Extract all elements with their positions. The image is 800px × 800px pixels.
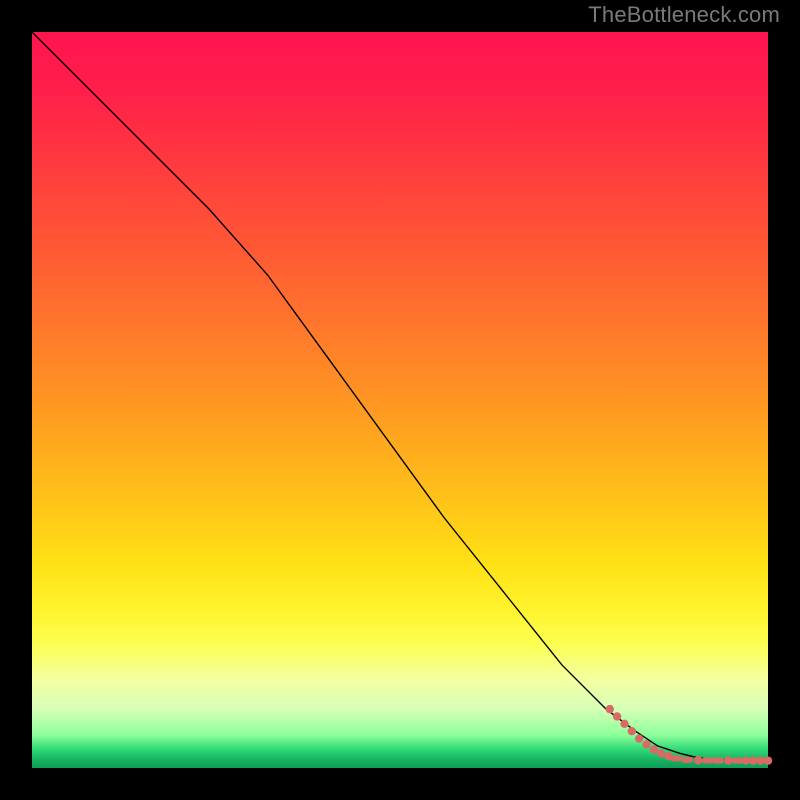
marker-dash [712, 757, 724, 763]
marker-dot [657, 749, 665, 757]
marker-dot [749, 756, 757, 764]
marker-dot [620, 720, 628, 728]
marker-dot [628, 727, 636, 735]
marker-dash [702, 757, 714, 763]
bottleneck-curve [32, 32, 768, 761]
plot-area [32, 32, 768, 768]
marker-dot [650, 745, 658, 753]
chart-stage: TheBottleneck.com [0, 0, 800, 800]
watermark-text: TheBottleneck.com [588, 2, 780, 28]
marker-dot [606, 705, 614, 713]
marker-dot [742, 756, 750, 764]
curve-line-group [32, 32, 768, 761]
marker-dot [642, 740, 650, 748]
chart-svg [32, 32, 768, 768]
marker-dot [694, 756, 702, 764]
marker-dash [681, 757, 693, 763]
marker-dash [670, 755, 682, 761]
marker-dot [756, 756, 764, 764]
marker-dash [731, 758, 743, 764]
marker-dot [635, 734, 643, 742]
marker-dot [613, 712, 621, 720]
marker-dot [764, 756, 772, 764]
